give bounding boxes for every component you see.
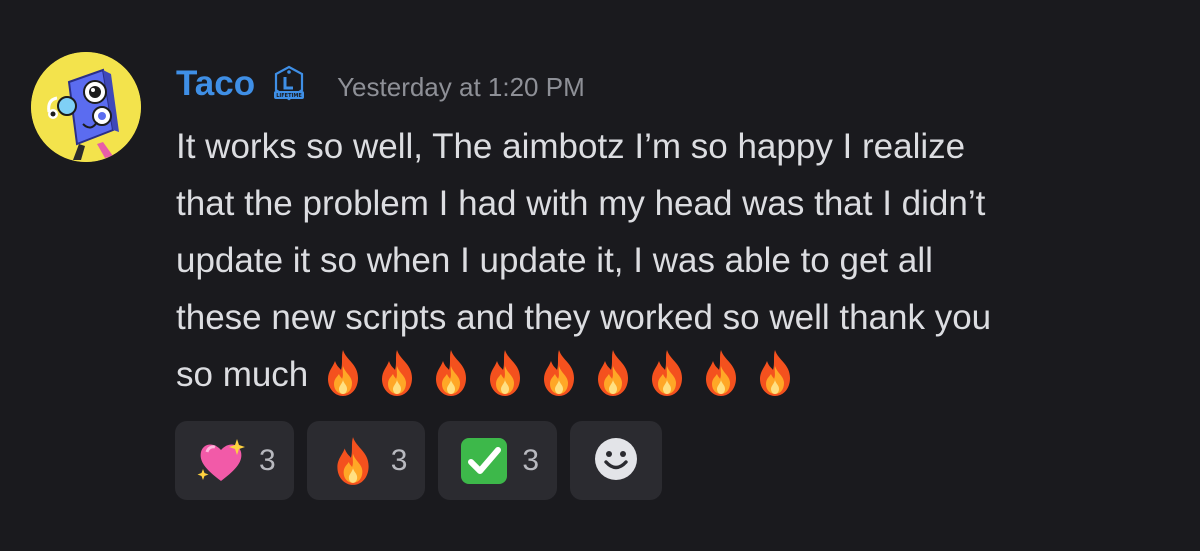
message-line-text: so much bbox=[176, 355, 309, 394]
message-line: It works so well, The aimbotz I’m so hap… bbox=[176, 127, 966, 166]
fire-icon bbox=[428, 348, 474, 398]
svg-text:LIFETIME: LIFETIME bbox=[276, 93, 302, 99]
user-avatar[interactable] bbox=[31, 52, 141, 162]
chat-message: Taco LIFETIME Yesterday at 1:20 PM It wo… bbox=[0, 0, 1200, 551]
fire-icon bbox=[320, 348, 366, 398]
add-reaction-button[interactable] bbox=[570, 421, 663, 500]
fire-icon bbox=[374, 348, 420, 398]
reaction-count: 3 bbox=[522, 443, 540, 477]
reaction-check-mark[interactable]: 3 bbox=[438, 421, 558, 500]
message-line-last: so much bbox=[176, 346, 1176, 403]
reaction-count: 3 bbox=[390, 443, 408, 477]
reaction-count: 3 bbox=[259, 443, 276, 477]
fire-icon bbox=[327, 435, 379, 487]
reaction-sparkling-heart[interactable]: 3 bbox=[175, 421, 294, 500]
fire-emoji-row bbox=[320, 348, 806, 398]
smiley-icon bbox=[592, 435, 640, 487]
sparkling-heart-icon bbox=[195, 435, 247, 487]
message-line: update it so when I update it, I was abl… bbox=[176, 241, 933, 280]
username[interactable]: Taco bbox=[176, 62, 255, 106]
fire-icon bbox=[536, 348, 582, 398]
fire-icon bbox=[752, 348, 798, 398]
message-content: It works so well, The aimbotz I’m so hap… bbox=[176, 118, 1176, 403]
lifetime-badge-icon[interactable]: LIFETIME bbox=[269, 64, 309, 104]
reactions-bar: 3 3 3 bbox=[175, 421, 663, 500]
reaction-fire[interactable]: 3 bbox=[306, 421, 426, 500]
message-header: Taco LIFETIME Yesterday at 1:20 PM bbox=[176, 62, 585, 106]
message-line: these new scripts and they worked so wel… bbox=[176, 298, 992, 337]
fire-icon bbox=[698, 348, 744, 398]
fire-icon bbox=[482, 348, 528, 398]
fire-icon bbox=[644, 348, 690, 398]
message-timestamp[interactable]: Yesterday at 1:20 PM bbox=[337, 59, 585, 109]
message-line: that the problem I had with my head was … bbox=[176, 184, 986, 223]
check-mark-button-icon bbox=[458, 435, 510, 487]
fire-icon bbox=[590, 348, 636, 398]
